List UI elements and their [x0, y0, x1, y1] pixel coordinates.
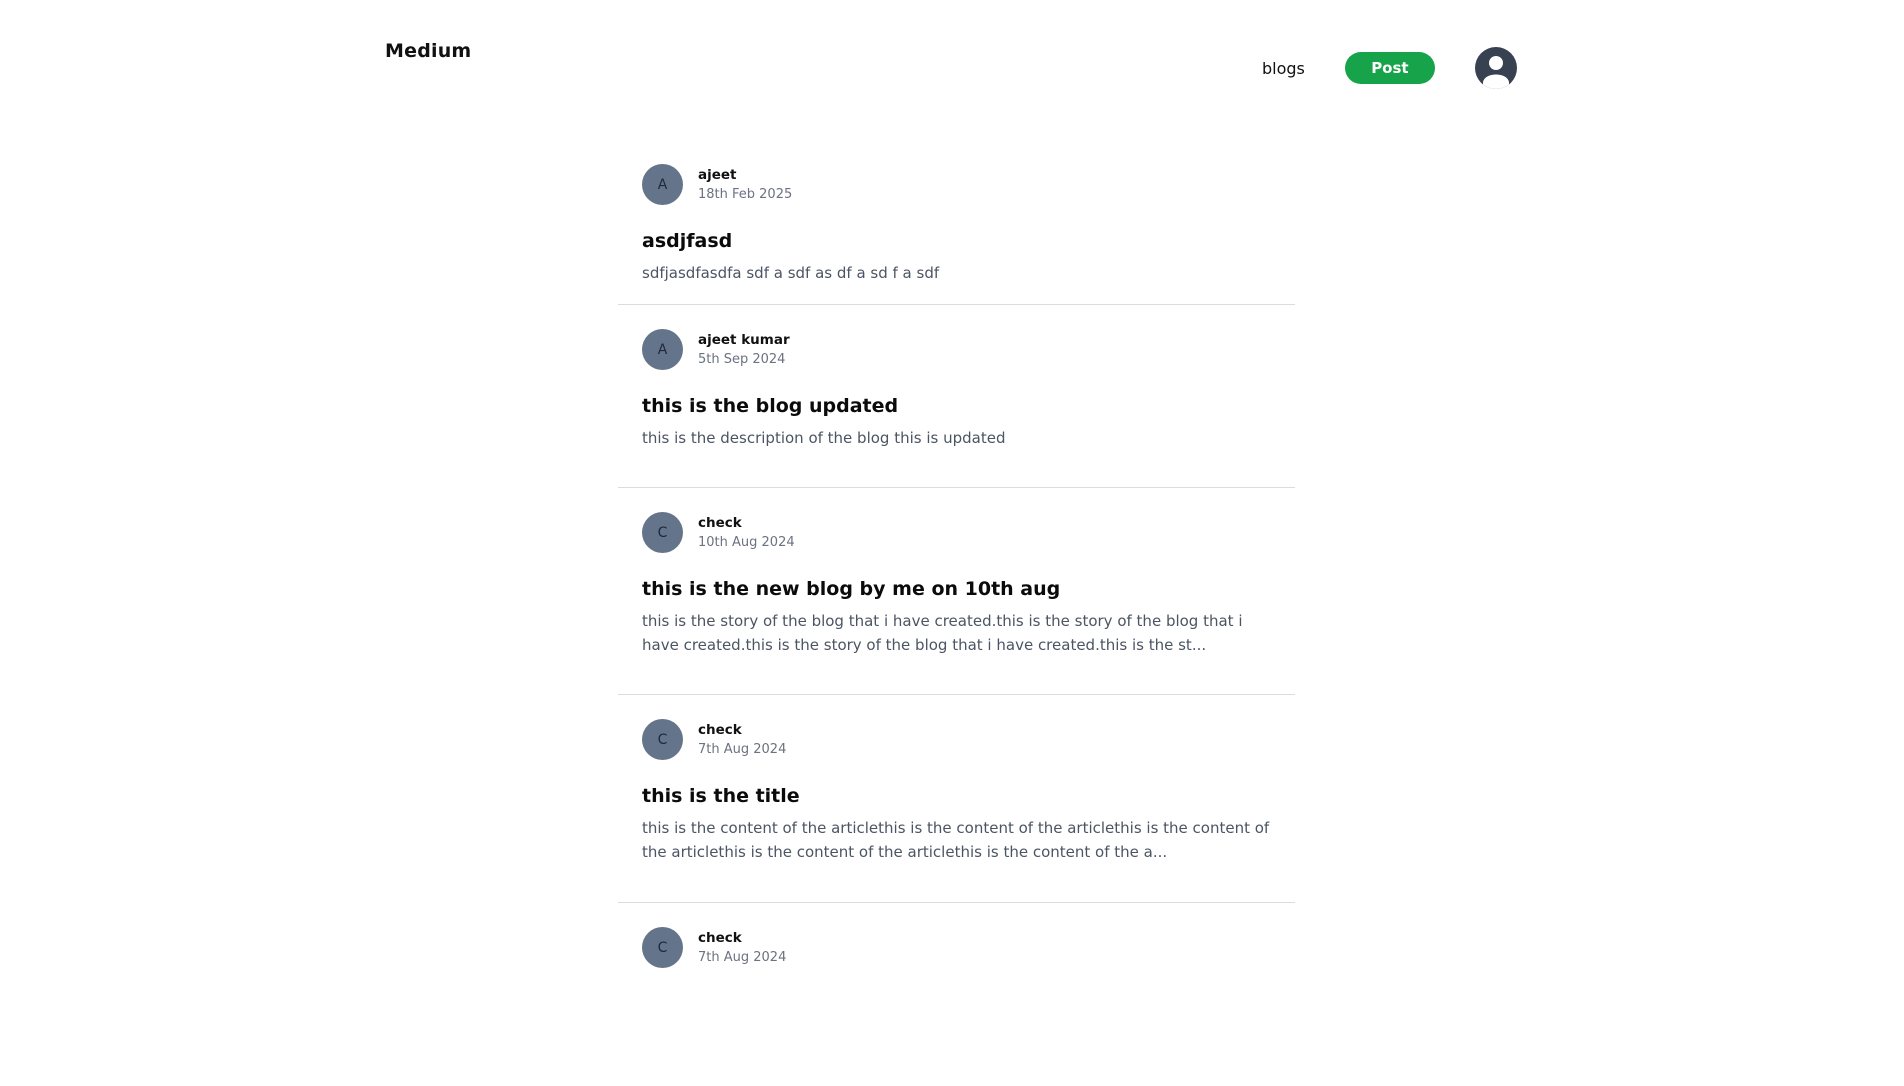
publish-date: 10th Aug 2024: [698, 534, 795, 550]
blog-card[interactable]: C check 7th Aug 2024: [618, 903, 1295, 1086]
blog-feed: A ajeet 18th Feb 2025 asdjfasd sdfjasdfa…: [618, 140, 1295, 1086]
blogs-link[interactable]: blogs: [1262, 59, 1305, 78]
author-row: C check 7th Aug 2024: [642, 719, 1271, 760]
blog-title[interactable]: this is the new blog by me on 10th aug: [642, 577, 1271, 601]
author-row: C check 10th Aug 2024: [642, 512, 1271, 553]
author-meta: check 7th Aug 2024: [698, 721, 786, 759]
author-row: A ajeet kumar 5th Sep 2024: [642, 329, 1271, 370]
blog-card[interactable]: C check 7th Aug 2024 this is the title t…: [618, 695, 1295, 903]
blog-title[interactable]: asdjfasd: [642, 229, 1271, 253]
author-row: C check 7th Aug 2024: [642, 927, 1271, 968]
author-avatar: C: [642, 927, 683, 968]
publish-date: 7th Aug 2024: [698, 741, 787, 757]
blog-description: sdfjasdfasdfa sdf a sdf as df a sd f a s…: [642, 264, 940, 282]
blog-card[interactable]: A ajeet 18th Feb 2025 asdjfasd sdfjasdfa…: [618, 140, 1295, 305]
author-name: check: [698, 721, 742, 738]
blog-title[interactable]: this is the title: [642, 784, 1271, 808]
author-avatar: A: [642, 164, 683, 205]
brand-logo[interactable]: Medium: [385, 40, 471, 62]
blog-card[interactable]: A ajeet kumar 5th Sep 2024 this is the b…: [618, 305, 1295, 488]
publish-date: 18th Feb 2025: [698, 186, 793, 202]
post-button[interactable]: Post: [1344, 52, 1435, 84]
author-avatar: C: [642, 512, 683, 553]
user-icon: [1482, 56, 1509, 89]
blog-description: this is the description of the blog this…: [642, 429, 1006, 447]
author-name: check: [698, 929, 742, 946]
author-row: A ajeet 18th Feb 2025: [642, 164, 1271, 205]
author-meta: check 7th Aug 2024: [698, 929, 786, 967]
blog-description: this is the content of the articlethis i…: [642, 819, 1270, 861]
author-meta: ajeet 18th Feb 2025: [698, 166, 792, 204]
blog-description: this is the story of the blog that i hav…: [642, 612, 1243, 654]
blog-title[interactable]: this is the blog updated: [642, 394, 1271, 418]
author-name: ajeet kumar: [698, 331, 790, 348]
blog-card[interactable]: C check 10th Aug 2024 this is the new bl…: [618, 488, 1295, 695]
author-avatar: A: [642, 329, 683, 370]
author-meta: check 10th Aug 2024: [698, 514, 795, 552]
author-name: check: [698, 514, 742, 531]
publish-date: 7th Aug 2024: [698, 949, 787, 965]
author-name: ajeet: [698, 166, 737, 183]
top-navbar: Medium blogs Post: [0, 0, 1904, 120]
author-avatar: C: [642, 719, 683, 760]
profile-avatar-button[interactable]: [1474, 47, 1517, 89]
publish-date: 5th Sep 2024: [698, 351, 786, 367]
nav-actions: blogs Post: [1262, 47, 1517, 89]
author-meta: ajeet kumar 5th Sep 2024: [698, 331, 790, 369]
